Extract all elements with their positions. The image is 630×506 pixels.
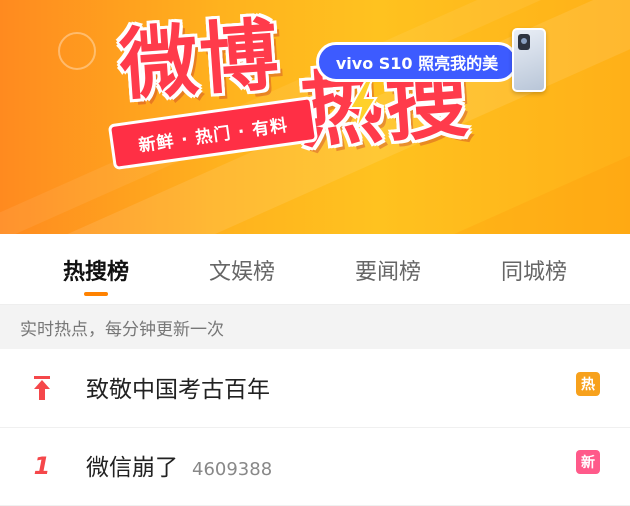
phone-image-icon: [512, 28, 546, 92]
new-badge: 新: [576, 450, 600, 474]
tab-local[interactable]: 同城榜: [474, 254, 594, 286]
list-item-title: 微信崩了: [86, 455, 178, 481]
tab-news[interactable]: 要闻榜: [328, 254, 448, 286]
ad-pill[interactable]: vivo S10 照亮我的美: [316, 42, 518, 82]
rank-number: 1: [33, 452, 51, 480]
list-item[interactable]: 致敬中国考古百年 热: [0, 350, 630, 428]
rank-number-container: 1: [30, 450, 54, 482]
tab-hot-search[interactable]: 热搜榜: [36, 254, 156, 286]
pin-top-icon: [30, 372, 54, 404]
list-item-title-wrapper: 微信崩了 4609388: [86, 448, 272, 482]
hot-search-banner[interactable]: 微博 热搜 新鲜 · 热门 · 有料 vivo S10 照亮我的美: [0, 0, 630, 234]
camera-module-icon: [518, 34, 530, 50]
list-item-title: 致敬中国考古百年: [86, 377, 270, 403]
ranking-tabs: 热搜榜 文娱榜 要闻榜 同城榜: [0, 234, 630, 305]
list-item[interactable]: 1 微信崩了 4609388 新: [0, 428, 630, 506]
lightning-bolt-icon: [348, 80, 378, 130]
update-hint: 实时热点，每分钟更新一次: [0, 305, 630, 349]
tab-entertainment[interactable]: 文娱榜: [182, 254, 302, 286]
hot-badge: 热: [576, 372, 600, 396]
active-tab-indicator: [84, 292, 108, 296]
heat-count: 4609388: [192, 459, 273, 480]
banner-ring-decoration: [58, 32, 96, 70]
weibo-logo-text: 微博: [117, 10, 283, 112]
